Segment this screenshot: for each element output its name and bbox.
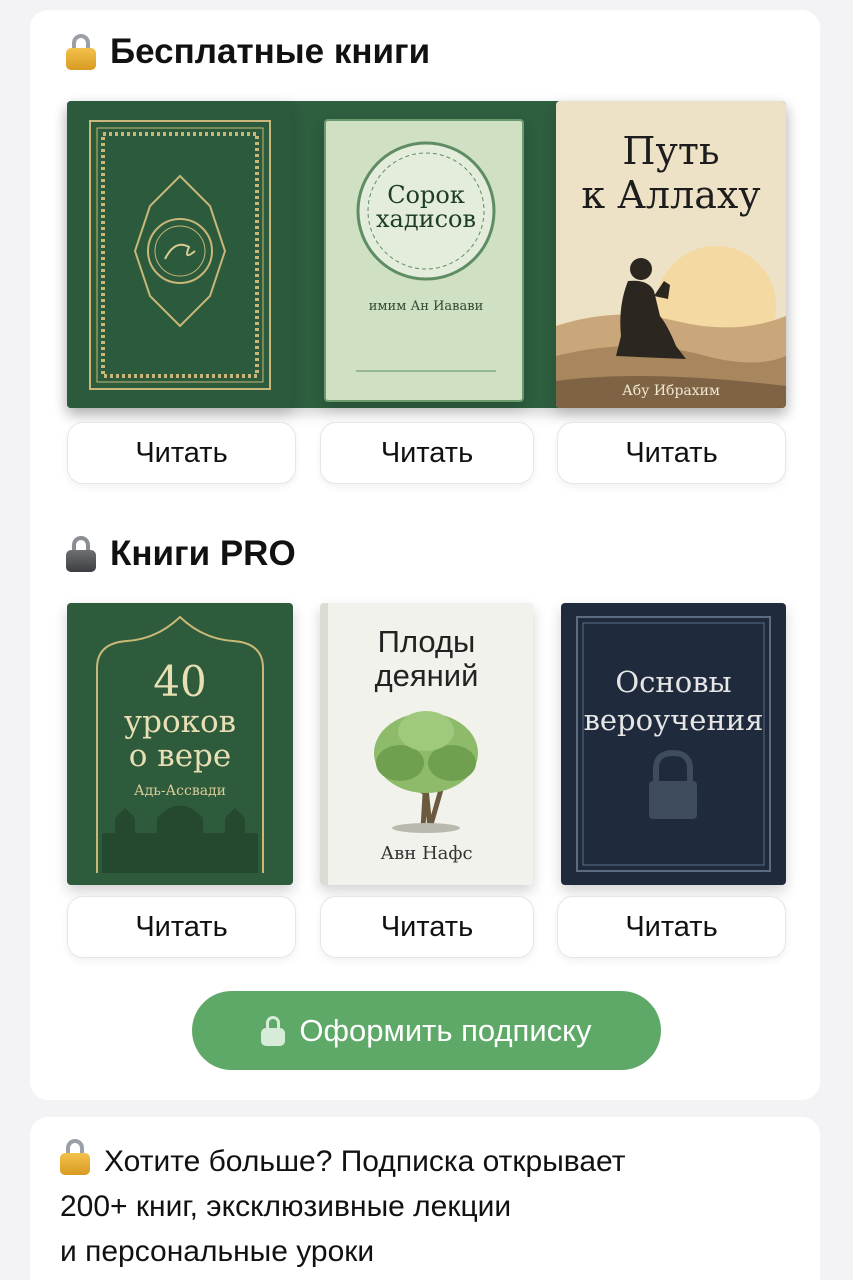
cover-title-line2: вероучения xyxy=(583,703,764,737)
read-button-fruits-of-deeds[interactable]: Читать xyxy=(320,896,534,958)
book-cover-forty-hadith[interactable]: Сорок хадисов имим Ан Иавави xyxy=(324,119,524,402)
free-books-heading: Бесплатные книги xyxy=(66,32,430,72)
book-cover-path-to-allah[interactable]: Путь к Аллаху Абу Ибрахим xyxy=(556,101,786,408)
read-button-40-lessons[interactable]: Читать xyxy=(67,896,296,958)
lock-icon xyxy=(60,1139,90,1175)
cover-author: имим Ан Иавави xyxy=(368,299,484,314)
read-button-path-to-allah[interactable]: Читать xyxy=(557,422,786,484)
wreath-icon xyxy=(356,141,496,372)
promo-line2: 200+ книг, эксклюзивные лекции xyxy=(60,1190,512,1223)
cover-title-line2: деяний xyxy=(374,658,479,693)
promo-text: Хотите больше? Подписка открывает 200+ к… xyxy=(60,1139,760,1274)
cover-author: Адь-Ассвади xyxy=(133,783,227,799)
subscribe-button[interactable]: Оформить подписку xyxy=(192,991,661,1070)
padlock-cover-icon xyxy=(576,616,771,872)
cover-title-line2: уроков xyxy=(123,704,237,740)
lock-icon xyxy=(66,536,96,572)
cover-title-line1: Сорок xyxy=(387,181,465,209)
promo-line1: Хотите больше? Подписка открывает xyxy=(104,1145,626,1178)
promo-line3: и персональные уроки xyxy=(60,1235,375,1268)
cover-title-line1: Путь xyxy=(622,129,720,173)
cover-title-line2: хадисов xyxy=(375,205,477,233)
cover-title-line1: Основы xyxy=(615,665,732,699)
book-cover-quran[interactable] xyxy=(67,101,292,408)
subscribe-label: Оформить подписку xyxy=(299,1012,592,1048)
book-cover-foundations-of-creed[interactable]: Основы вероучения xyxy=(561,603,786,885)
cover-title-line2: к Аллаху xyxy=(581,173,761,217)
promo-card: Хотите больше? Подписка открывает 200+ к… xyxy=(30,1117,820,1280)
read-button-quran[interactable]: Читать xyxy=(67,422,296,484)
ornament-frame-icon xyxy=(89,120,271,390)
cover-title-line1: 40 xyxy=(153,657,207,706)
lock-icon xyxy=(261,1015,286,1046)
free-books-title: Бесплатные книги xyxy=(110,32,431,71)
book-cover-fruits-of-deeds[interactable]: Плоды деяний Авн Нафс xyxy=(320,603,533,885)
book-cover-40-lessons[interactable]: 40 уроков о вере Адь-Ассвади xyxy=(67,603,293,885)
cover-author: Авн Нафс xyxy=(380,843,473,864)
pro-books-title: Книги PRO xyxy=(110,534,296,573)
cover-title-line1: Плоды xyxy=(377,624,476,659)
read-button-foundations-of-creed[interactable]: Читать xyxy=(557,896,786,958)
pro-books-heading: Книги PRO xyxy=(66,534,296,574)
cover-author: Абу Ибрахим xyxy=(622,383,720,399)
read-button-forty-hadith[interactable]: Читать xyxy=(320,422,534,484)
cover-title-line3: о вере xyxy=(128,738,232,774)
lock-icon xyxy=(66,34,96,70)
